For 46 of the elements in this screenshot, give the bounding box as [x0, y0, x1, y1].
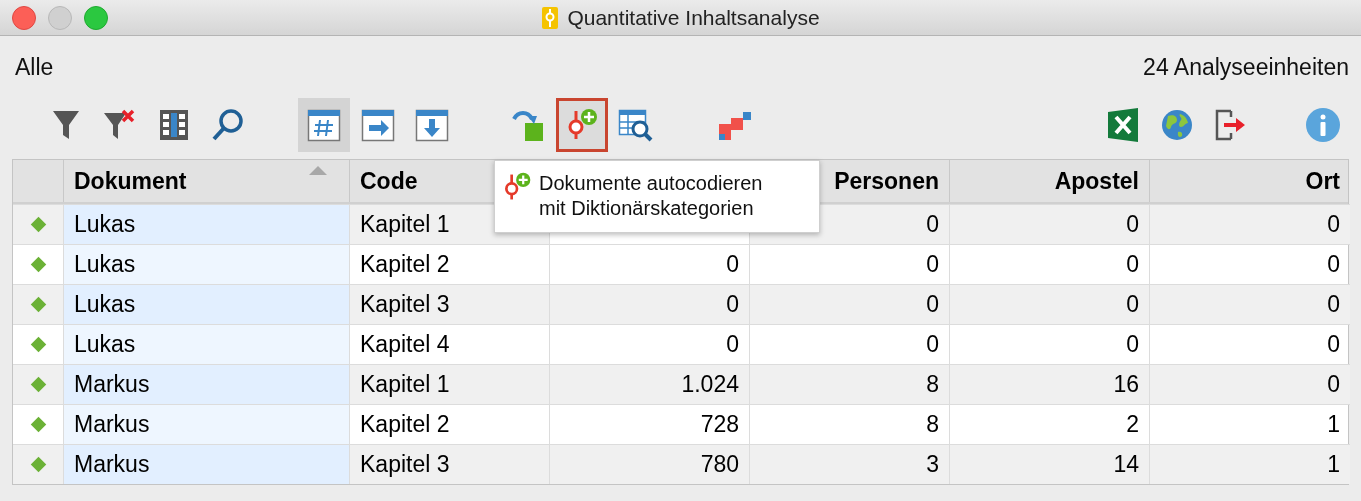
filter-label: Alle: [15, 54, 54, 81]
table-cell: Lukas: [63, 324, 349, 364]
toolbar-button[interactable]: [298, 98, 350, 152]
window-title: Quantitative Inhaltsanalyse: [567, 5, 820, 30]
column-header[interactable]: Apostel: [949, 160, 1149, 202]
table-cell: 0: [549, 284, 749, 324]
table-cell: Kapitel 1: [349, 364, 549, 404]
info-icon: [1305, 107, 1341, 143]
table-cell: 780: [549, 444, 749, 484]
table-hash-icon: [307, 108, 341, 142]
table-cell: Lukas: [63, 204, 349, 244]
table-down-icon: [415, 108, 449, 142]
search-icon: [211, 108, 245, 142]
toolbar-button[interactable]: [556, 98, 608, 152]
globe-icon: [1160, 108, 1194, 142]
table-cell: Markus: [63, 444, 349, 484]
close-button[interactable]: [12, 5, 36, 30]
document-icon: [541, 5, 560, 30]
table-cell: Lukas: [63, 244, 349, 284]
table-cell: 0: [1149, 284, 1350, 324]
table-right-icon: [361, 108, 395, 142]
table-cell: 1.024: [549, 364, 749, 404]
table-cell: 0: [949, 204, 1149, 244]
filter-icon: [52, 108, 80, 142]
table-cell: Kapitel 3: [349, 444, 549, 484]
filter-remove-icon: [103, 108, 137, 142]
columns-icon: [159, 109, 189, 141]
table-cell: 1: [1149, 444, 1350, 484]
excel-icon: [1107, 107, 1139, 143]
table-cell: 8: [749, 364, 949, 404]
table-cell: Markus: [63, 364, 349, 404]
table-search-icon: [618, 107, 654, 143]
column-header[interactable]: Ort: [1149, 160, 1350, 202]
table-cell: Markus: [63, 404, 349, 444]
table-cell: Kapitel 3: [349, 284, 549, 324]
zoom-button[interactable]: [84, 5, 108, 30]
table-cell: 3: [749, 444, 949, 484]
table-cell: 0: [949, 284, 1149, 324]
table-cell: 0: [749, 284, 949, 324]
unit-count: 24 Analyseeinheiten: [1143, 54, 1349, 81]
column-header[interactable]: Dokument: [63, 160, 349, 202]
table-cell: 0: [1149, 364, 1350, 404]
table-cell: 16: [949, 364, 1149, 404]
table-cell: Lukas: [63, 284, 349, 324]
table-cell: 14: [949, 444, 1149, 484]
table-cell: 0: [1149, 204, 1350, 244]
